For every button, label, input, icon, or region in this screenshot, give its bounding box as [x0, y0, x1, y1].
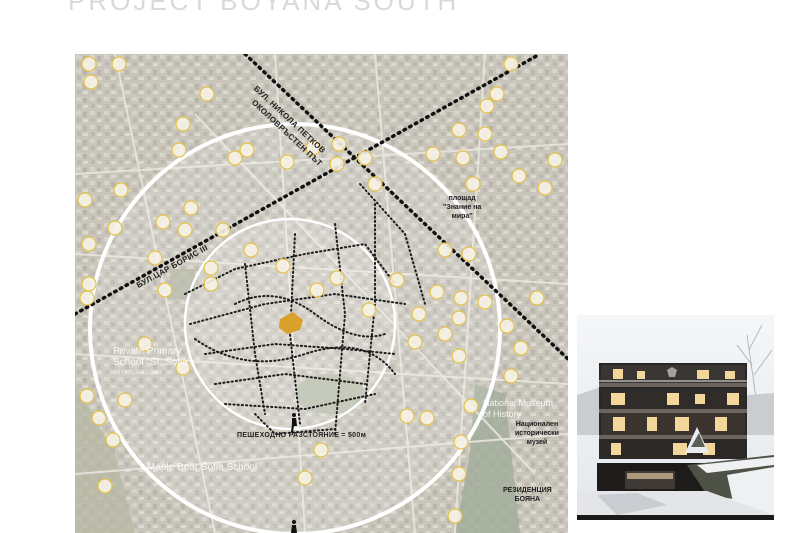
building-photo	[577, 315, 774, 520]
square-label: площад "Знание на мира"	[443, 195, 482, 220]
residence-label: РЕЗИДЕНЦИЯ БОЯНА	[503, 487, 552, 503]
poi-label-museum: National Museum of History	[483, 398, 554, 419]
poi-label-primary-school-bg: ЧНУ "Св. София"	[115, 370, 164, 376]
walking-distance-label: ПЕШЕХОДНО РАЗСТОЯНИЕ = 500м	[237, 432, 367, 439]
museum-label: Национален исторически музей	[515, 421, 559, 446]
poi-label-maple-bear: Maple Bear Sofia School	[147, 462, 258, 473]
poi-label-primary-school: Private Primary School "St. Sofia"	[113, 346, 192, 368]
building-render-graphic	[577, 315, 774, 520]
site-map: БУЛ. НИКОЛА ПЕТКОВ ОКОЛОВРЪСТЕН ПЪТ БУЛ.…	[75, 54, 568, 533]
page-title: PROJECT BOYANA SOUTH	[68, 0, 460, 16]
